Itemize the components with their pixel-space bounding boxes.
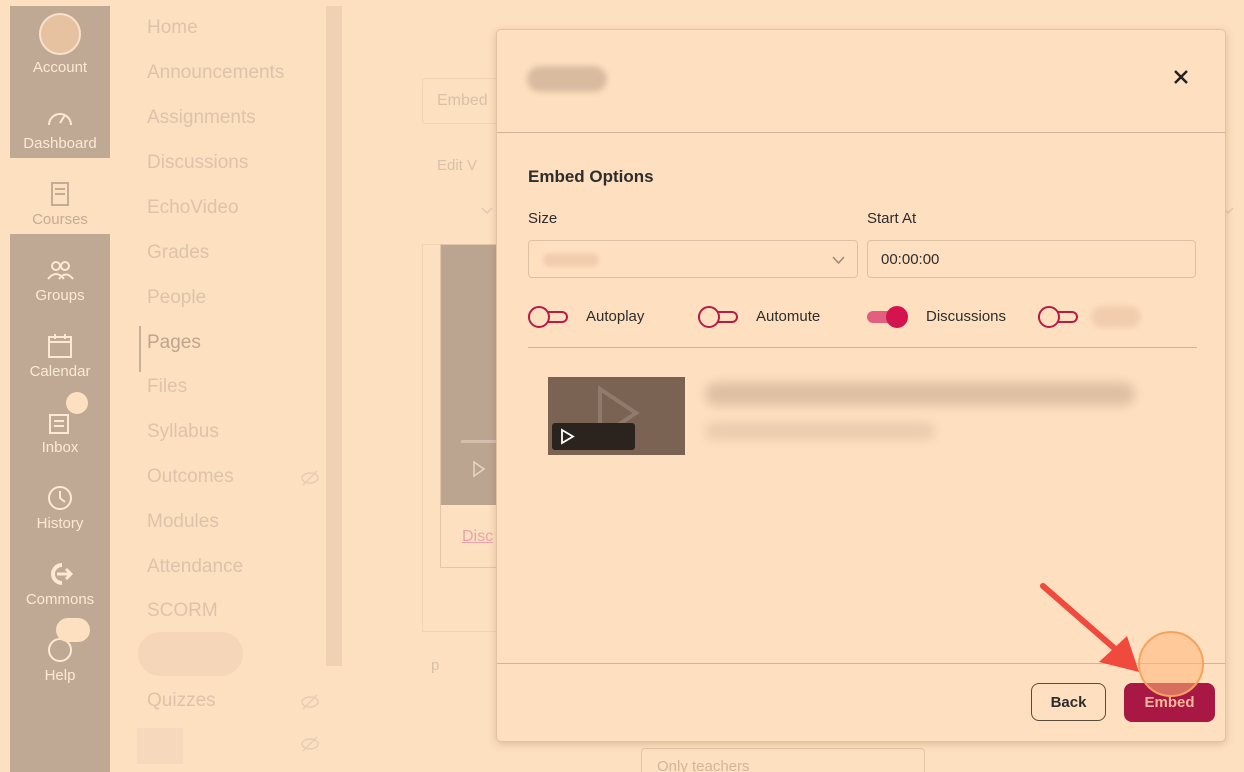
- eye-slash-icon: [301, 736, 319, 752]
- dialog-header-divider: [497, 132, 1225, 133]
- global-nav-label: Commons: [25, 591, 95, 608]
- global-nav-inbox[interactable]: Inbox: [10, 386, 110, 462]
- course-nav-syllabus[interactable]: Syllabus: [147, 421, 219, 443]
- automute-label: Automute: [756, 308, 821, 325]
- course-nav-home[interactable]: Home: [147, 17, 198, 39]
- calendar-icon: [48, 334, 72, 358]
- video-progress-bar: [461, 440, 499, 443]
- course-nav-echovideo[interactable]: EchoVideo: [147, 197, 239, 219]
- toggle-knob: [886, 306, 908, 328]
- history-icon: [48, 486, 72, 510]
- play-button[interactable]: [552, 423, 635, 450]
- course-nav-grades[interactable]: Grades: [147, 242, 209, 264]
- editor-status-path: p: [431, 657, 440, 674]
- discussion-link[interactable]: Disc: [462, 528, 493, 546]
- course-nav-files[interactable]: Files: [147, 376, 187, 398]
- course-nav-pages[interactable]: Pages: [147, 332, 201, 354]
- discussions-toggle[interactable]: Discussions: [867, 306, 1017, 328]
- avatar: [39, 13, 81, 55]
- dialog-title-redacted: [527, 66, 607, 92]
- click-indicator: [1138, 631, 1204, 697]
- global-nav-label: Dashboard: [23, 135, 97, 152]
- close-icon: [1174, 70, 1188, 84]
- redacted-nav-item: [137, 728, 183, 764]
- back-button[interactable]: Back: [1031, 683, 1106, 721]
- global-nav-label: Groups: [35, 287, 85, 304]
- global-nav-label: Inbox: [41, 439, 79, 456]
- play-icon: [561, 428, 575, 445]
- global-nav-calendar[interactable]: Calendar: [10, 310, 110, 386]
- embed-options-heading: Embed Options: [528, 167, 654, 186]
- options-divider: [528, 347, 1197, 348]
- annotation-arrow-icon: [1040, 583, 1139, 672]
- size-select[interactable]: [528, 240, 858, 278]
- commons-icon: [51, 563, 74, 585]
- global-nav-dashboard[interactable]: Dashboard: [10, 82, 110, 158]
- help-bubble: [56, 618, 90, 642]
- global-nav-label: Account: [32, 59, 88, 76]
- dashboard-icon: [48, 113, 72, 126]
- groups-icon: [47, 261, 74, 280]
- course-nav-discussions[interactable]: Discussions: [147, 152, 248, 174]
- global-nav-label: History: [36, 515, 84, 532]
- chevron-down-icon: [481, 207, 493, 215]
- permissions-select[interactable]: Only teachers: [641, 748, 925, 772]
- unread-badge: [66, 392, 88, 414]
- automute-toggle[interactable]: Automute: [698, 306, 838, 328]
- toggle-knob: [698, 306, 720, 328]
- course-nav-divider: [326, 6, 342, 666]
- discussions-label: Discussions: [926, 308, 1007, 325]
- extra-toggle[interactable]: [1038, 306, 1080, 328]
- embed-dialog: Embed Options Size Start At 00:00:00 Aut…: [496, 29, 1226, 742]
- autoplay-label: Autoplay: [586, 308, 645, 325]
- course-nav-outcomes[interactable]: Outcomes: [147, 466, 234, 488]
- current-page-indicator: [139, 326, 141, 372]
- editor-menu-bar[interactable]: Edit V: [437, 157, 477, 174]
- global-nav-history[interactable]: History: [10, 462, 110, 538]
- course-nav-people[interactable]: People: [147, 287, 206, 309]
- size-value-redacted: [543, 253, 599, 267]
- course-nav-announcements[interactable]: Announcements: [147, 62, 284, 84]
- courses-icon: [51, 182, 69, 206]
- toggle-label-redacted: [1091, 306, 1141, 328]
- course-nav-assignments[interactable]: Assignments: [147, 107, 256, 129]
- video-thumbnail[interactable]: [548, 377, 685, 455]
- toggle-knob: [528, 306, 550, 328]
- course-nav-modules[interactable]: Modules: [147, 511, 219, 533]
- close-button[interactable]: [1168, 64, 1194, 90]
- play-icon: [473, 460, 486, 478]
- global-nav-courses[interactable]: Courses: [10, 158, 110, 234]
- start-at-label: Start At: [867, 210, 917, 227]
- global-nav-help[interactable]: Help: [10, 614, 110, 690]
- embedded-video-preview: [441, 245, 499, 505]
- chevron-down-icon: [832, 256, 845, 265]
- toggle-knob: [1038, 306, 1060, 328]
- autoplay-toggle[interactable]: Autoplay: [528, 306, 663, 328]
- video-meta-redacted: [705, 422, 935, 440]
- eye-slash-icon: [301, 470, 319, 486]
- global-nav-account[interactable]: Account: [10, 6, 110, 82]
- course-nav-scorm[interactable]: SCORM: [147, 600, 218, 622]
- global-nav-groups[interactable]: Groups: [10, 234, 110, 310]
- global-nav: Account Dashboard Courses Groups Calenda…: [10, 6, 110, 772]
- global-nav-label: Help: [44, 667, 76, 684]
- global-nav-label: Calendar: [29, 363, 91, 380]
- course-nav-quizzes[interactable]: Quizzes: [147, 690, 216, 712]
- video-title-redacted: [705, 382, 1135, 406]
- global-nav-label: Courses: [32, 211, 88, 228]
- redacted-nav-item: [138, 632, 243, 676]
- start-at-input[interactable]: 00:00:00: [867, 240, 1196, 278]
- eye-slash-icon: [301, 694, 319, 710]
- global-nav-commons[interactable]: Commons: [10, 538, 110, 614]
- course-nav-attendance[interactable]: Attendance: [147, 556, 243, 578]
- size-label: Size: [528, 210, 558, 227]
- course-nav: Home Announcements Assignments Discussio…: [110, 6, 342, 772]
